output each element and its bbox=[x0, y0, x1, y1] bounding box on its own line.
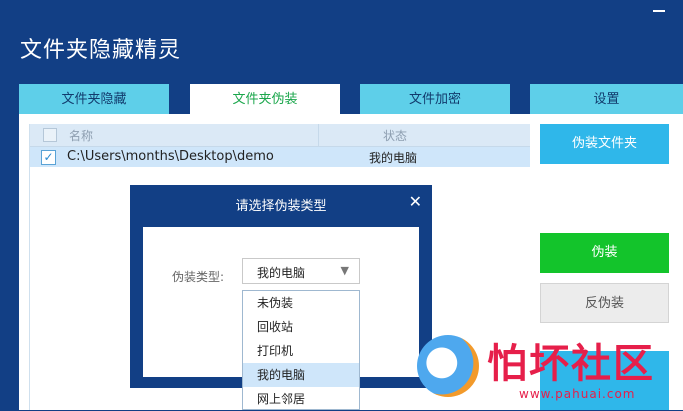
minimize-icon[interactable] bbox=[653, 10, 665, 12]
disguise-type-label: 伪装类型: bbox=[172, 270, 225, 284]
option-my-computer[interactable]: 我的电脑 bbox=[243, 363, 359, 387]
select-all-checkbox[interactable] bbox=[43, 128, 57, 142]
disguise-type-dropdown: 未伪装 回收站 打印机 我的电脑 网上邻居 bbox=[242, 290, 360, 410]
dialog-title: 请选择伪装类型 bbox=[235, 199, 327, 214]
check-icon: ✓ bbox=[43, 150, 54, 164]
tab-file-encrypt[interactable]: 文件加密 bbox=[360, 84, 510, 114]
watermark: 怕坏社区 www.pahuai.com bbox=[417, 335, 683, 410]
tab-bar: 文件夹隐藏 文件夹伪装 文件加密 设置 bbox=[19, 84, 683, 114]
option-none[interactable]: 未伪装 bbox=[243, 291, 359, 315]
watermark-url: www.pahuai.com bbox=[519, 387, 636, 401]
row-path: C:\Users\months\Desktop\demo bbox=[67, 149, 274, 164]
app-title: 文件夹隐藏精灵 bbox=[20, 38, 182, 63]
disguise-button[interactable]: 伪装 bbox=[540, 233, 669, 273]
row-checkbox[interactable]: ✓ bbox=[41, 150, 56, 165]
tab-folder-disguise[interactable]: 文件夹伪装 bbox=[190, 84, 340, 114]
table-row[interactable]: ✓ C:\Users\months\Desktop\demo 我的电脑 bbox=[30, 147, 530, 167]
column-divider[interactable] bbox=[318, 124, 319, 146]
disguise-folder-button[interactable]: 伪装文件夹 bbox=[540, 124, 669, 164]
close-icon[interactable]: ✕ bbox=[409, 192, 422, 211]
disguise-type-select[interactable]: 我的电脑 ▼ bbox=[242, 258, 360, 284]
watermark-logo-icon bbox=[417, 335, 479, 397]
row-status: 我的电脑 bbox=[369, 151, 418, 165]
option-printer[interactable]: 打印机 bbox=[243, 339, 359, 363]
tab-settings[interactable]: 设置 bbox=[530, 84, 683, 114]
undisguise-button[interactable]: 反伪装 bbox=[540, 283, 669, 323]
select-value: 我的电脑 bbox=[257, 266, 306, 280]
title-bar: 文件夹隐藏精灵 bbox=[0, 0, 683, 82]
tab-folder-hide[interactable]: 文件夹隐藏 bbox=[19, 84, 169, 114]
option-recycle-bin[interactable]: 回收站 bbox=[243, 315, 359, 339]
option-network-neighborhood[interactable]: 网上邻居 bbox=[243, 387, 359, 411]
watermark-text: 怕坏社区 bbox=[487, 341, 655, 387]
column-header-status[interactable]: 状态 bbox=[383, 127, 407, 144]
list-header: 名称 状态 bbox=[30, 124, 530, 147]
triangle-down-icon: ▼ bbox=[340, 264, 349, 277]
column-header-name[interactable]: 名称 bbox=[69, 127, 93, 144]
